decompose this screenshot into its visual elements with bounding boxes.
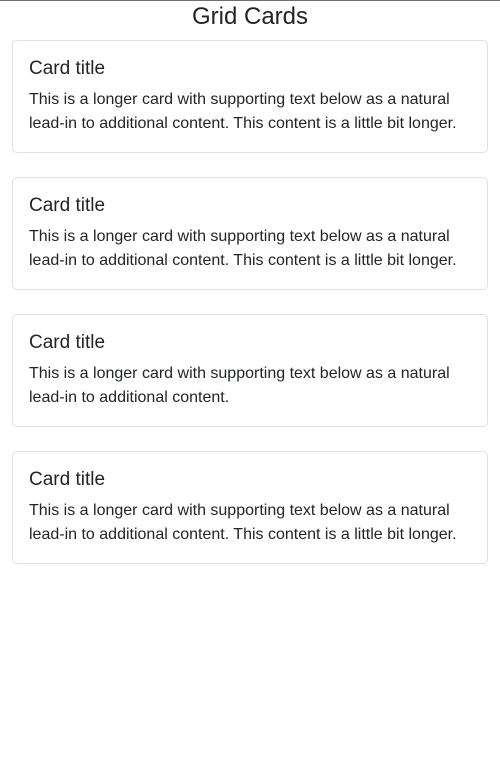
page-title: Grid Cards — [191, 3, 309, 30]
card: Card title This is a longer card with su… — [12, 177, 488, 290]
card: Card title This is a longer card with su… — [12, 451, 488, 564]
top-divider — [0, 0, 500, 1]
card-text: This is a longer card with supporting te… — [29, 502, 457, 543]
card-text: This is a longer card with supporting te… — [29, 91, 457, 132]
card-title: Card title — [29, 469, 106, 490]
card-text: This is a longer card with supporting te… — [29, 365, 450, 406]
card-title: Card title — [29, 58, 106, 79]
card-grid: Card title This is a longer card with su… — [0, 40, 500, 564]
card: Card title This is a longer card with su… — [12, 314, 488, 427]
card-title: Card title — [29, 195, 106, 216]
card-text: This is a longer card with supporting te… — [29, 228, 457, 269]
card: Card title This is a longer card with su… — [12, 40, 488, 153]
card-title: Card title — [29, 332, 106, 353]
